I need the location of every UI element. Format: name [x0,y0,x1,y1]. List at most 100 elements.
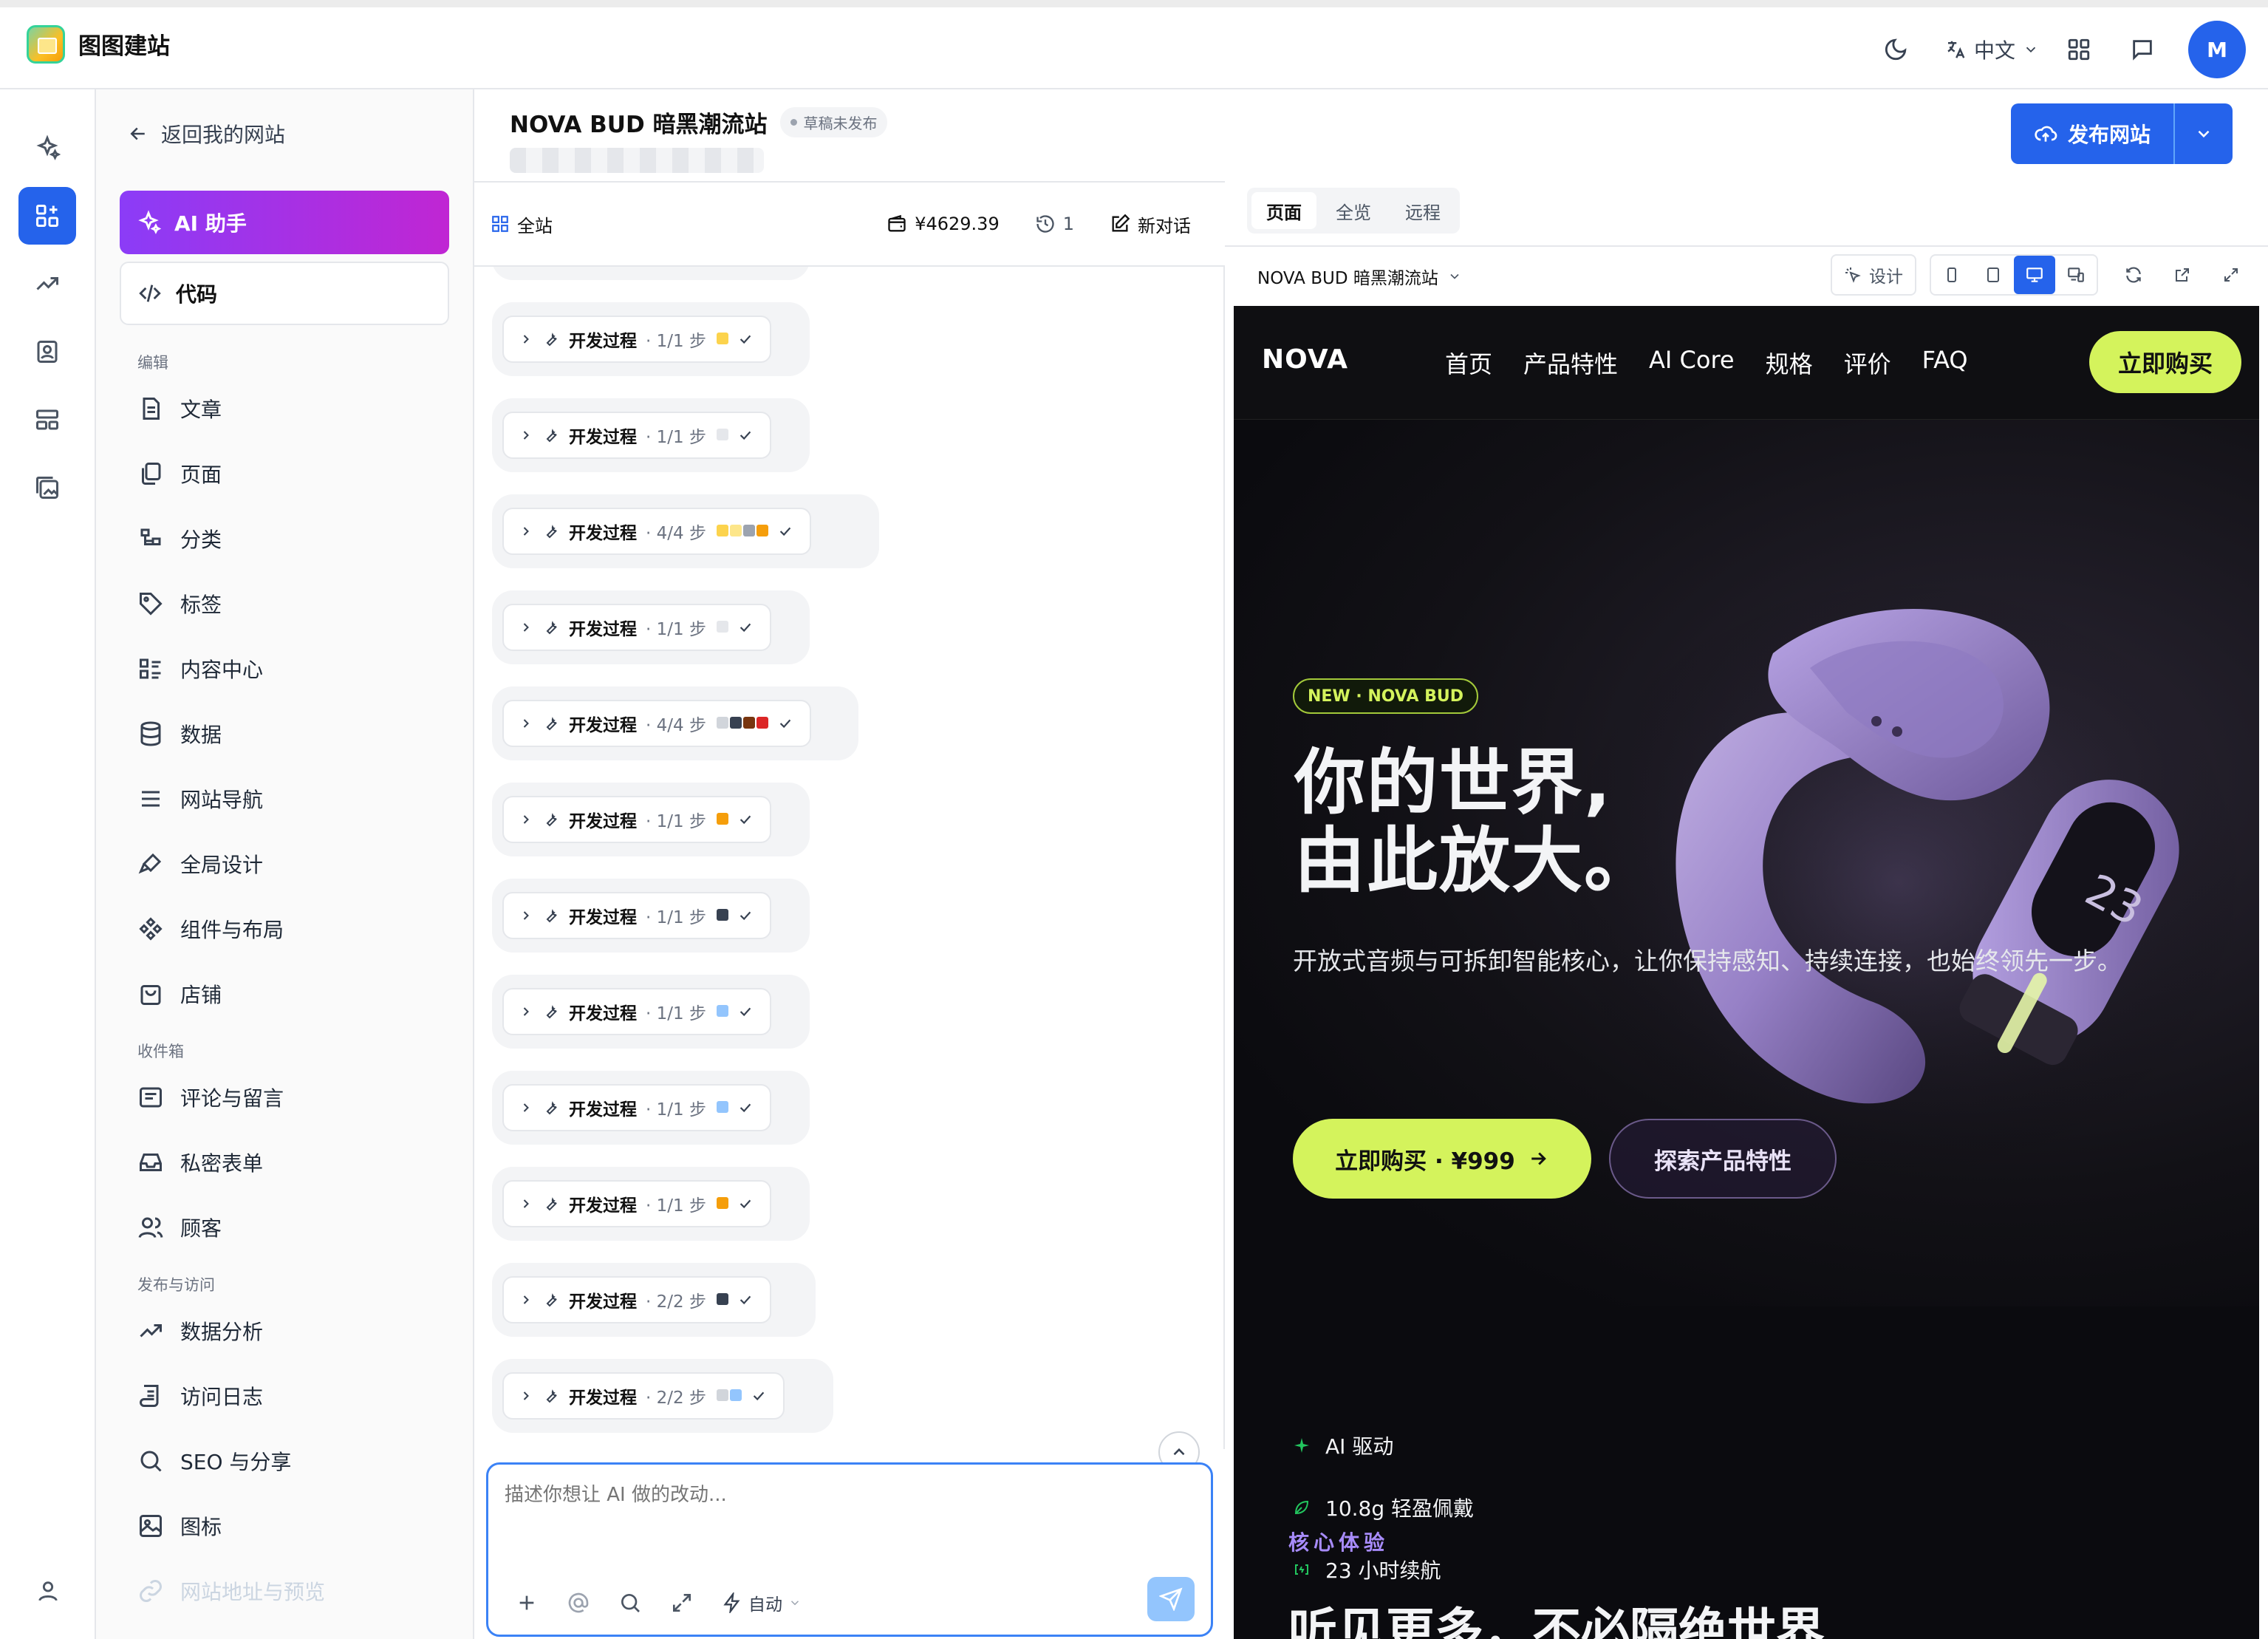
step-card[interactable]: 开发过程 · 1/1 步 [502,1084,771,1131]
sidebar-item-data[interactable]: 数据 [96,701,473,766]
step-card[interactable]: 开发过程 · 4/4 步 [502,508,811,555]
site-buy-button[interactable]: 立即购买 [2089,331,2241,393]
site-nav-home[interactable]: 首页 [1445,346,1492,380]
tablet-view-icon[interactable] [1972,256,2014,294]
mobile-view-icon[interactable] [1931,256,1972,294]
publish-options-button[interactable] [2175,124,2233,143]
apps-grid-icon[interactable] [2055,26,2103,73]
step-emoji-group [715,426,728,445]
nav-section-publish: 发布与访问 [137,1276,215,1294]
sidebar-item-label: 标签 [180,593,222,617]
tab-overview[interactable]: 全览 [1321,192,1386,229]
sidebar-item-content-center[interactable]: 内容中心 [96,636,473,701]
hero-buy-button[interactable]: 立即购买 · ¥999 [1293,1119,1591,1199]
message-list[interactable]: 开发过程 · 1/1 步开发过程 · 1/1 步开发过程 · 4/4 步开发过程 · 1… [474,267,1225,1449]
responsive-view-icon[interactable] [2055,256,2097,294]
chevron-down-icon [2198,130,2210,138]
step-card[interactable]: 开发过程 · 1/1 步 [502,316,771,363]
new-chat-button[interactable]: 新对话 [1110,211,1191,237]
step-card[interactable]: 开发过程 · 1/1 步 [502,892,771,939]
rail-builder-icon[interactable] [18,187,76,245]
sidebar-item-analytics[interactable]: 数据分析 [96,1298,473,1363]
sidebar-item-customers[interactable]: 顾客 [96,1195,473,1260]
app-logo[interactable] [27,24,65,64]
device-switcher [1930,254,2098,296]
sidebar-item-access-log[interactable]: 访问日志 [96,1363,473,1428]
site-brand[interactable]: NOVA [1262,344,1348,375]
language-selector[interactable]: 中文 [1944,35,2039,64]
image-icon [140,1515,162,1537]
sidebar-item-store[interactable]: 店铺 [96,961,473,1026]
history-button[interactable]: 1 [1035,214,1074,234]
rail-contacts-icon[interactable] [18,323,76,381]
site-nav-ai-core[interactable]: AI Core [1649,346,1735,380]
sidebar-item-comments[interactable]: 评论与留言 [96,1065,473,1130]
user-avatar[interactable]: M [2188,21,2246,78]
step-card[interactable]: 开发过程 · 2/2 步 [502,1276,771,1323]
sidebar-item-private-forms[interactable]: 私密表单 [96,1130,473,1195]
rail-layout-icon[interactable] [18,391,76,449]
site-nav-reviews[interactable]: 评价 [1844,346,1891,380]
sidebar-item-icons[interactable]: 图标 [96,1493,473,1558]
sidebar-item-pages[interactable]: 页面 [96,441,473,506]
nav-section-edit: 编辑 [137,354,168,372]
scope-selector[interactable]: 全站 [491,211,553,237]
rail-media-icon[interactable] [18,459,76,517]
top-right-actions: 中文 M [1856,21,2246,78]
send-button[interactable] [1147,1577,1195,1621]
dark-mode-icon[interactable] [1872,26,1919,73]
design-mode-button[interactable]: 设计 [1831,254,1916,296]
step-card[interactable]: 开发过程 · 1/1 步 [502,1180,771,1227]
back-to-sites-link[interactable]: 返回我的网站 [127,119,473,149]
message-icon[interactable] [2119,26,2166,73]
mode-selector[interactable]: 自动 [722,1590,802,1615]
refresh-icon[interactable] [2111,254,2156,296]
emoji-icon [716,909,728,921]
page-selector[interactable]: NOVA BUD 暗黑潮流站 [1257,264,1462,289]
at-mention-icon[interactable] [567,1591,590,1615]
step-card[interactable]: 开发过程 · 1/1 步 [502,412,771,459]
page-name: NOVA BUD 暗黑潮流站 [1257,269,1438,288]
ai-assistant-button[interactable]: AI 助手 [120,191,449,254]
plus-icon[interactable] [515,1591,539,1615]
emoji-icon [716,1005,728,1017]
account-icon[interactable] [19,1562,77,1620]
sidebar-item-seo[interactable]: SEO 与分享 [96,1428,473,1493]
sidebar-item-site-address[interactable]: 网站地址与预览 [96,1558,473,1623]
site-nav-faq[interactable]: FAQ [1922,346,1968,380]
prompt-input[interactable] [505,1479,1169,1539]
sidebar-item-label: 组件与布局 [180,918,284,942]
message-bubble: 开发过程 · 4/4 步 [492,494,879,568]
open-external-icon[interactable] [2160,254,2204,296]
sidebar-item-tags[interactable]: 标签 [96,571,473,636]
fullscreen-icon[interactable] [2209,254,2253,296]
sidebar-item-categories[interactable]: 分类 [96,506,473,571]
sidebar-item-articles[interactable]: 文章 [96,376,473,441]
rail-analytics-icon[interactable] [18,255,76,313]
desktop-view-icon[interactable] [2014,256,2055,294]
tab-page[interactable]: 页面 [1251,192,1316,229]
step-emoji-group [715,1194,728,1213]
explore-features-button[interactable]: 探索产品特性 [1609,1119,1837,1199]
site-nav-specs[interactable]: 规格 [1766,346,1813,380]
sidebar-item-global-design[interactable]: 全局设计 [96,831,473,896]
step-card[interactable]: 开发过程 · 1/1 步 [502,988,771,1035]
cost-display[interactable]: ¥4629.39 [887,214,1000,234]
publish-button[interactable]: 发布网站 [2011,103,2175,164]
code-button[interactable]: 代码 [120,262,449,325]
sidebar-item-navigation[interactable]: 网站导航 [96,766,473,831]
sidebar-item-components[interactable]: 组件与布局 [96,896,473,961]
tab-remote[interactable]: 远程 [1390,192,1455,229]
message-bubble: 开发过程 · 2/2 步 [492,1263,816,1337]
sidebar: 返回我的网站 AI 助手 代码 编辑 文章 页面 分类 标签 内容中心 数据 网… [96,89,474,1639]
step-card[interactable]: 开发过程 · 1/1 步 [502,604,771,651]
rail-sparkles-icon[interactable] [18,119,76,177]
step-card[interactable]: 开发过程 · 2/2 步 [502,1372,785,1420]
search-icon[interactable] [618,1591,642,1615]
step-label: 开发过程 [569,716,637,735]
site-nav-features[interactable]: 产品特性 [1523,346,1618,380]
step-card[interactable]: 开发过程 · 1/1 步 [502,796,771,843]
step-card[interactable]: 开发过程 · 4/4 步 [502,700,811,747]
expand-icon[interactable] [670,1591,694,1615]
message-bubble: 开发过程 · 1/1 步 [492,398,810,472]
